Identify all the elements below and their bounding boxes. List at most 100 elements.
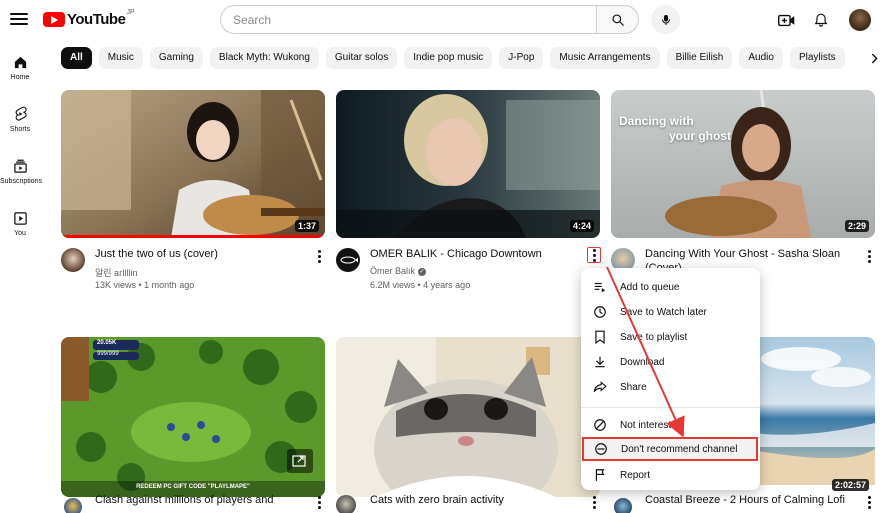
- more-actions-icon[interactable]: [862, 248, 876, 264]
- you-icon: [12, 210, 28, 226]
- thumbnail-overlay-text: Dancing with: [619, 114, 694, 128]
- search-bar: [220, 5, 639, 34]
- bookmark-icon: [592, 329, 608, 345]
- video-thumbnail[interactable]: [336, 337, 600, 497]
- thumbnail-image: [336, 337, 600, 497]
- channel-name[interactable]: 알린 arIlllin: [95, 266, 138, 279]
- sidebar-item-subscriptions[interactable]: Subscriptions: [0, 158, 42, 185]
- channel-avatar[interactable]: [61, 248, 85, 272]
- menu-item-label: Don't recommend channel: [621, 443, 738, 455]
- thumbnail-image: [336, 90, 600, 238]
- video-meta: 13K views • 1 month ago: [95, 280, 195, 290]
- menu-item-label: Report: [620, 469, 651, 481]
- video-context-menu: Add to queue Save to Watch later Save to…: [581, 268, 760, 490]
- clock-icon: [592, 304, 608, 320]
- channel-avatar[interactable]: [336, 248, 360, 272]
- shorts-icon: [12, 106, 28, 122]
- channel-name: Ömer Balık: [370, 266, 416, 276]
- thumbnail-overlay-text: your ghost: [669, 129, 731, 143]
- chip-audio[interactable]: Audio: [739, 47, 783, 69]
- chip-music-arrangements[interactable]: Music Arrangements: [550, 47, 660, 69]
- more-actions-icon[interactable]: [862, 494, 876, 510]
- microphone-icon: [661, 14, 670, 25]
- video-title[interactable]: Cats with zero brain activity: [370, 494, 504, 506]
- menu-item-add-to-queue[interactable]: Add to queue: [581, 275, 760, 299]
- chip-guitar-solos[interactable]: Guitar solos: [325, 47, 398, 69]
- sidebar-item-shorts[interactable]: Shorts: [0, 106, 40, 133]
- video-duration: 1:37: [294, 220, 319, 232]
- add-to-queue-icon: [592, 279, 608, 295]
- menu-icon[interactable]: [10, 10, 28, 26]
- channel-name-row[interactable]: Ömer Balık ✓: [370, 266, 427, 276]
- not-interested-icon: [592, 417, 608, 433]
- subscriptions-icon: [12, 158, 28, 174]
- menu-item-label: Save to playlist: [620, 331, 688, 343]
- account-avatar[interactable]: [849, 9, 871, 31]
- menu-item-download[interactable]: Download: [581, 350, 760, 374]
- chip-j-pop[interactable]: J-Pop: [499, 47, 544, 69]
- menu-item-save-to-playlist[interactable]: Save to playlist: [581, 325, 760, 349]
- video-thumbnail[interactable]: Dancing with your ghost 2:29: [611, 90, 875, 238]
- chip-indie-pop-music[interactable]: Indie pop music: [404, 47, 493, 69]
- thumbnail-image: [61, 337, 325, 497]
- more-actions-icon[interactable]: [312, 248, 326, 264]
- more-actions-icon[interactable]: [587, 247, 601, 263]
- video-title[interactable]: OMER BALIK - Chicago Downtown: [370, 248, 542, 260]
- chip-music[interactable]: Music: [98, 47, 143, 69]
- video-title[interactable]: Clash against millions of players and: [95, 494, 274, 506]
- menu-item-report[interactable]: Report: [581, 463, 760, 487]
- sidebar-item-home[interactable]: Home: [0, 54, 40, 81]
- minus-circle-icon: [593, 441, 609, 457]
- menu-item-dont-recommend-channel[interactable]: Don't recommend channel: [582, 437, 758, 461]
- video-title[interactable]: Dancing With Your Ghost - Sasha Sloan: [645, 248, 840, 260]
- video-title[interactable]: Just the two of us (cover): [95, 248, 218, 260]
- menu-item-save-to-watch-later[interactable]: Save to Watch later: [581, 300, 760, 324]
- external-link-icon: [292, 455, 306, 467]
- notifications-button[interactable]: [811, 10, 831, 30]
- youtube-logo[interactable]: YouTube JP: [43, 9, 135, 28]
- share-icon: [592, 379, 608, 395]
- flag-icon: [592, 467, 608, 483]
- hud-value: 20.05K: [97, 340, 117, 346]
- video-duration: 2:29: [844, 220, 869, 232]
- video-thumbnail[interactable]: 20.05K 999/999 REDEEM PC GIFT CODE "PLAY…: [61, 337, 325, 497]
- menu-item-label: Not interested: [620, 419, 683, 431]
- search-button[interactable]: [596, 5, 639, 34]
- sidebar-item-label: You: [14, 230, 26, 237]
- menu-item-label: Save to Watch later: [620, 306, 707, 318]
- thumbnail-image: [61, 90, 325, 238]
- video-thumbnail[interactable]: 1:37: [61, 90, 325, 238]
- search-input[interactable]: [220, 5, 596, 34]
- top-bar: YouTube JP: [0, 0, 888, 40]
- video-thumbnail[interactable]: 4:24: [336, 90, 600, 238]
- sidebar-item-you[interactable]: You: [0, 210, 40, 237]
- search-icon: [611, 13, 624, 26]
- chip-billie-eilish[interactable]: Billie Eilish: [666, 47, 733, 69]
- menu-item-share[interactable]: Share: [581, 375, 760, 399]
- menu-item-not-interested[interactable]: Not interested: [581, 413, 760, 437]
- logo-wordmark: YouTube: [67, 11, 126, 28]
- gift-code-text: REDEEM PC GIFT CODE "PLAYLMAPE": [136, 484, 250, 490]
- youtube-play-icon: [43, 12, 65, 27]
- video-title[interactable]: Coastal Breeze - 2 Hours of Calming Lofi: [645, 494, 845, 506]
- chip-all[interactable]: All: [61, 47, 92, 69]
- sidebar-item-label: Home: [10, 74, 30, 81]
- menu-item-label: Share: [620, 381, 647, 393]
- channel-avatar[interactable]: [64, 498, 82, 513]
- voice-search-button[interactable]: [651, 5, 680, 34]
- chip-gaming[interactable]: Gaming: [149, 47, 203, 69]
- verified-icon: ✓: [418, 267, 427, 276]
- more-actions-icon[interactable]: [587, 494, 601, 510]
- bell-icon: [814, 13, 828, 27]
- create-button[interactable]: [776, 10, 796, 30]
- channel-avatar[interactable]: [614, 498, 632, 513]
- chip-playlists[interactable]: Playlists: [789, 47, 845, 69]
- region-code: JP: [126, 9, 135, 16]
- more-actions-icon[interactable]: [312, 494, 326, 510]
- channel-avatar[interactable]: [336, 495, 356, 513]
- chip-black-myth-wukong[interactable]: Black Myth: Wukong: [209, 47, 319, 69]
- video-duration: 4:24: [569, 220, 594, 232]
- download-icon: [592, 354, 608, 370]
- video-meta: 6.2M views • 4 years ago: [370, 280, 471, 290]
- chips-next-button[interactable]: [866, 47, 882, 69]
